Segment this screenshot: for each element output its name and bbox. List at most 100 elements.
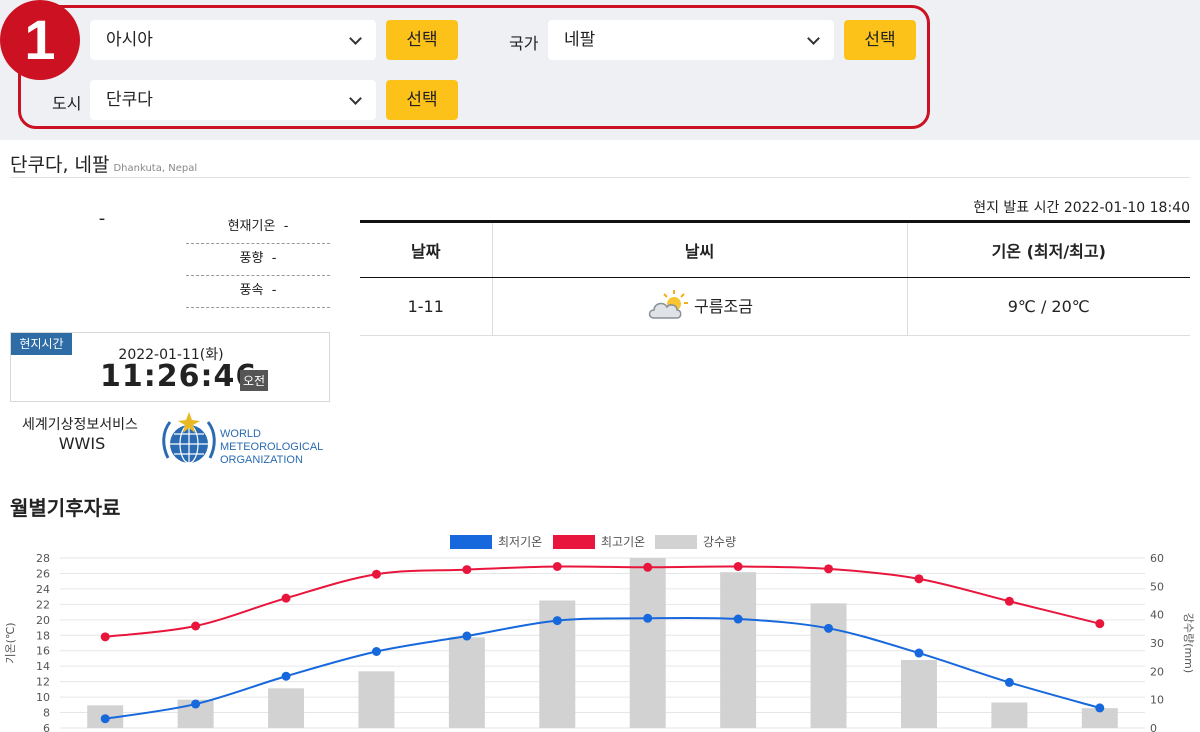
country-select-value: 네팔: [564, 30, 596, 50]
precipitation-bar: [448, 637, 485, 728]
column-header-weather: 날씨: [491, 220, 907, 278]
max-temperature-point: [191, 621, 201, 631]
wind-direction-value: -: [271, 251, 277, 266]
min-temperature-point: [191, 699, 201, 709]
y-right-tick-label: 10: [1150, 694, 1164, 707]
y-right-axis-title: 강수량(mm): [1182, 613, 1195, 673]
precipitation-bar: [720, 572, 757, 728]
y-left-tick-label: 10: [36, 691, 50, 704]
current-weather-value: -: [98, 208, 106, 229]
column-header-temperature: 기온 (최저/최고): [906, 220, 1190, 278]
publish-time: 현지 발표 시간 2022-01-10 18:40: [973, 200, 1190, 216]
legend-label: 최고기온: [601, 535, 645, 549]
wmo-name: WORLD METEOROLOGICAL ORGANIZATION: [220, 428, 323, 467]
max-temperature-point: [371, 569, 381, 579]
region-select-value: 아시아: [106, 30, 153, 50]
table-header-row: 날짜 날씨 기온 (최저/최고): [360, 220, 1190, 278]
y-right-tick-label: 0: [1150, 722, 1157, 732]
y-left-tick-label: 20: [36, 614, 50, 627]
region-select[interactable]: 아시아: [90, 20, 376, 60]
wwis-service-name: 세계기상정보서비스: [22, 417, 138, 433]
city-select-button[interactable]: 선택: [386, 80, 458, 120]
legend-swatch: [655, 535, 697, 549]
min-temperature-line: [105, 616, 1101, 720]
region-select-button[interactable]: 선택: [386, 20, 458, 60]
max-temperature-point: [733, 562, 743, 571]
country-select-button[interactable]: 선택: [844, 20, 916, 60]
y-left-tick-label: 22: [36, 598, 50, 611]
country-label: 국가: [509, 34, 539, 53]
current-temperature-label: 현재기온: [227, 219, 276, 234]
chevron-down-icon: [349, 32, 362, 45]
max-temperature-point: [462, 565, 472, 575]
min-temperature-point: [100, 714, 110, 724]
country-select[interactable]: 네팔: [548, 20, 834, 60]
min-temperature-point: [733, 614, 743, 624]
city-select-value: 단쿠다: [106, 90, 153, 110]
wind-direction-label: 풍향: [239, 251, 264, 266]
precipitation-bar: [629, 558, 666, 728]
min-temperature-point: [462, 631, 472, 641]
legend-swatch: [553, 535, 595, 549]
max-temperature-line: [105, 565, 1101, 638]
y-left-tick-label: 26: [36, 567, 50, 580]
column-header-date: 날짜: [360, 220, 492, 278]
local-clock: 11:26:46: [100, 359, 258, 394]
y-left-tick-label: 14: [36, 660, 50, 673]
city-select[interactable]: 단쿠다: [90, 80, 376, 120]
min-temperature-point: [371, 647, 381, 656]
chevron-down-icon: [349, 92, 362, 105]
y-left-tick-label: 6: [43, 722, 50, 732]
city-label: 도시: [52, 94, 82, 113]
max-temperature-point: [1004, 596, 1014, 606]
local-time-box: 현지시간 2022-01-11(화) 11:26:46 오전: [10, 332, 330, 402]
min-temperature-point: [914, 648, 924, 658]
forecast-table: 날짜 날씨 기온 (최저/최고) 1-11 구름조금 9℃ / 20℃: [360, 220, 1190, 336]
max-temperature-point: [914, 574, 924, 584]
forecast-temperature: 9℃ / 20℃: [906, 277, 1190, 336]
precipitation-bar: [268, 688, 305, 728]
chevron-down-icon: [807, 32, 820, 45]
wind-speed-row: 풍속 -: [186, 276, 330, 308]
am-pm-badge: 오전: [240, 370, 269, 391]
table-row: 1-11 구름조금 9℃ / 20℃: [360, 277, 1190, 336]
min-temperature-point: [552, 616, 562, 626]
min-temperature-point: [281, 671, 291, 681]
y-left-tick-label: 12: [36, 676, 50, 689]
min-temperature-point: [824, 623, 834, 633]
precipitation-bar: [991, 702, 1028, 728]
max-temperature-point: [824, 564, 834, 574]
y-left-axis-title: 기온(℃): [4, 622, 17, 663]
divider: [10, 177, 1190, 178]
wmo-name-line2: METEOROLOGICAL: [220, 441, 324, 453]
y-right-tick-label: 20: [1150, 665, 1164, 678]
y-right-tick-label: 30: [1150, 637, 1164, 650]
min-temperature-point: [1004, 677, 1014, 687]
monthly-climate-title: 월별기후자료: [10, 496, 121, 520]
wind-direction-row: 풍향 -: [186, 244, 330, 276]
min-temperature-point: [643, 613, 653, 623]
legend-label: 강수량: [703, 535, 736, 549]
y-right-tick-label: 40: [1150, 609, 1164, 622]
precipitation-bar: [900, 660, 937, 728]
y-left-tick-label: 16: [36, 645, 50, 658]
wind-speed-label: 풍속: [239, 283, 264, 298]
current-temperature-row: 현재기온 -: [186, 212, 330, 244]
max-temperature-point: [100, 632, 110, 642]
y-left-tick-label: 8: [43, 707, 50, 720]
location-name-korean: 단쿠다, 네팔: [10, 154, 110, 176]
wmo-name-line3: ORGANIZATION: [220, 454, 303, 466]
min-temperature-point: [1095, 703, 1105, 713]
location-title: 단쿠다, 네팔 Dhankuta, Nepal: [10, 150, 197, 177]
forecast-weather-cell: 구름조금: [491, 277, 907, 336]
precipitation-bar: [810, 603, 847, 728]
wmo-logo-icon[interactable]: [160, 410, 218, 470]
wmo-name-line1: WORLD: [220, 428, 261, 440]
y-right-tick-label: 50: [1150, 580, 1164, 593]
forecast-weather-text: 구름조금: [694, 296, 753, 316]
precipitation-bar: [358, 671, 395, 728]
max-temperature-point: [281, 593, 291, 603]
legend-swatch: [450, 535, 492, 549]
max-temperature-point: [643, 562, 653, 572]
legend-label: 최저기온: [498, 535, 542, 549]
